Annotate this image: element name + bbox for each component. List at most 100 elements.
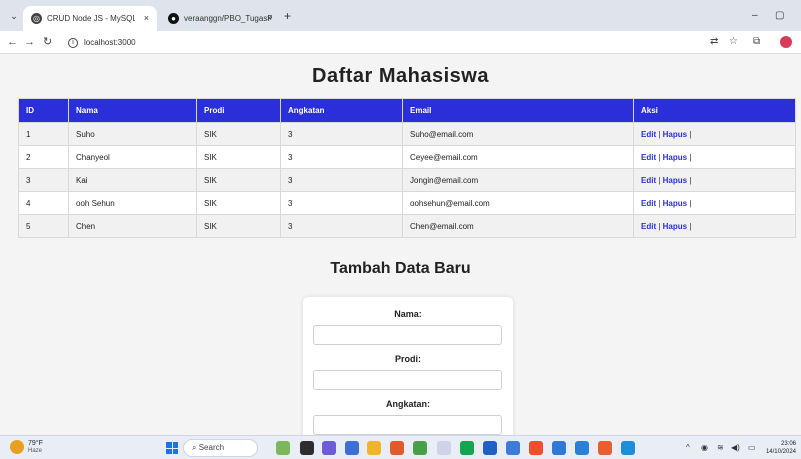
angkatan-input[interactable] (313, 415, 502, 435)
edit-link[interactable]: Edit (641, 153, 656, 162)
app-icon[interactable] (345, 441, 359, 455)
volume-icon[interactable]: ◀) (731, 443, 740, 453)
tab-search-icon[interactable]: ⌄ (7, 9, 21, 23)
cell-angkatan: 3 (280, 122, 403, 146)
cell-id: 2 (18, 145, 69, 169)
translate-icon[interactable]: ⇄ (710, 36, 718, 48)
tray-chevron-icon[interactable]: ^ (686, 443, 690, 453)
minimize-button[interactable]: – (752, 10, 758, 22)
cell-prodi: SIK (196, 145, 281, 169)
nama-label: Nama: (394, 309, 422, 319)
reload-icon[interactable]: ↻ (43, 35, 52, 49)
vscode-icon[interactable] (575, 441, 589, 455)
cell-aksi: Edit | Hapus | (633, 191, 796, 215)
clock[interactable]: 23:06 14/10/2024 (760, 440, 796, 456)
header-prodi: Prodi (196, 98, 281, 123)
cell-aksi: Edit | Hapus | (633, 145, 796, 169)
prodi-input[interactable] (313, 370, 502, 390)
url-field[interactable]: i localhost:3000 (68, 34, 468, 51)
tab-title: CRUD Node JS - MySQL (47, 14, 135, 23)
hapus-link[interactable]: Hapus (663, 199, 687, 208)
edge-icon[interactable] (621, 441, 635, 455)
profile-avatar[interactable] (780, 36, 792, 48)
forward-icon[interactable]: → (24, 35, 35, 49)
prodi-label: Prodi: (395, 354, 421, 364)
tab-crud-node[interactable]: ◎ CRUD Node JS - MySQL × (23, 6, 157, 31)
calendar-icon[interactable] (552, 441, 566, 455)
cell-prodi: SIK (196, 191, 281, 215)
cell-email: Suho@email.com (402, 122, 634, 146)
tab-github[interactable]: ● veraanggn/PBO_TugasPert6 × (160, 6, 280, 31)
cell-aksi: Edit | Hapus | (633, 122, 796, 146)
address-bar: ← → ↻ i localhost:3000 ⇄ ☆ ⧉ (0, 31, 801, 54)
task-view-icon[interactable] (300, 441, 314, 455)
widget-icon[interactable] (276, 441, 290, 455)
chrome-icon[interactable] (529, 441, 543, 455)
wifi-icon[interactable]: ≋ (717, 443, 724, 453)
header-nama: Nama (68, 98, 197, 123)
table-row: 1 Suho SIK 3 Suho@email.com Edit | Hapus… (18, 122, 796, 146)
back-icon[interactable]: ← (7, 35, 18, 49)
hapus-link[interactable]: Hapus (663, 130, 687, 139)
bookmark-star-icon[interactable]: ☆ (729, 36, 738, 48)
browser-tab-bar: ⌄ ◎ CRUD Node JS - MySQL × ● veraanggn/P… (0, 0, 801, 31)
cell-nama: Kai (68, 168, 197, 192)
cell-email: Ceyee@email.com (402, 145, 634, 169)
separator: | (689, 175, 692, 185)
photos-icon[interactable] (506, 441, 520, 455)
taskbar-search[interactable]: ⌕ Search (183, 439, 258, 457)
clock-time: 23:06 (780, 441, 796, 447)
nama-input[interactable] (313, 325, 502, 345)
cell-angkatan: 3 (280, 168, 403, 192)
angkatan-label: Angkatan: (385, 399, 430, 409)
maximize-button[interactable]: ▢ (775, 10, 784, 22)
weather-temp: 79°F (28, 440, 43, 447)
weather-icon[interactable] (10, 440, 24, 454)
tab-title: veraanggn/PBO_TugasPert6 (184, 14, 272, 23)
cell-angkatan: 3 (280, 214, 403, 238)
spotify-icon[interactable] (460, 441, 474, 455)
browser-icon[interactable] (390, 441, 404, 455)
page-content: Daftar Mahasiswa ID Nama Prodi Angkatan … (0, 55, 801, 442)
clock-date: 14/10/2024 (765, 449, 796, 455)
cell-aksi: Edit | Hapus | (633, 168, 796, 192)
mail-icon[interactable] (483, 441, 497, 455)
hapus-link[interactable]: Hapus (663, 222, 687, 231)
table-row: 4 ooh Sehun SIK 3 oohsehun@email.com Edi… (18, 191, 796, 215)
edit-link[interactable]: Edit (641, 130, 656, 139)
file-explorer-icon[interactable] (367, 441, 381, 455)
edit-link[interactable]: Edit (641, 176, 656, 185)
extensions-icon[interactable]: ⧉ (753, 36, 760, 48)
separator: | (689, 152, 692, 162)
close-tab-icon[interactable]: × (144, 6, 149, 31)
windows-start-icon[interactable] (166, 442, 178, 454)
teams-icon[interactable] (322, 441, 336, 455)
edit-link[interactable]: Edit (641, 199, 656, 208)
cell-nama: ooh Sehun (68, 191, 197, 215)
edit-link[interactable]: Edit (641, 222, 656, 231)
cell-aksi: Edit | Hapus | (633, 214, 796, 238)
network-icon[interactable]: ◉ (701, 443, 708, 453)
form-title: Tambah Data Baru (330, 260, 471, 277)
separator: | (689, 129, 692, 139)
cell-id: 5 (18, 214, 69, 238)
close-tab-icon[interactable]: × (267, 6, 272, 31)
site-info-icon[interactable]: i (68, 37, 78, 48)
separator: | (658, 152, 661, 162)
hapus-link[interactable]: Hapus (663, 176, 687, 185)
table-header-row: ID Nama Prodi Angkatan Email Aksi (18, 98, 796, 123)
cell-id: 4 (18, 191, 69, 215)
chat-icon[interactable] (413, 441, 427, 455)
page-title: Daftar Mahasiswa (312, 65, 489, 87)
cell-email: Jongin@email.com (402, 168, 634, 192)
chrome-dev-icon[interactable] (598, 441, 612, 455)
new-tab-button[interactable]: + (284, 10, 291, 22)
notes-icon[interactable] (437, 441, 451, 455)
separator: | (689, 198, 692, 208)
separator: | (658, 129, 661, 139)
chrome-favicon-icon: ◎ (31, 13, 42, 24)
hapus-link[interactable]: Hapus (663, 153, 687, 162)
battery-icon[interactable]: ▭ (748, 443, 756, 453)
header-id: ID (18, 98, 69, 123)
github-favicon-icon: ● (168, 13, 179, 24)
